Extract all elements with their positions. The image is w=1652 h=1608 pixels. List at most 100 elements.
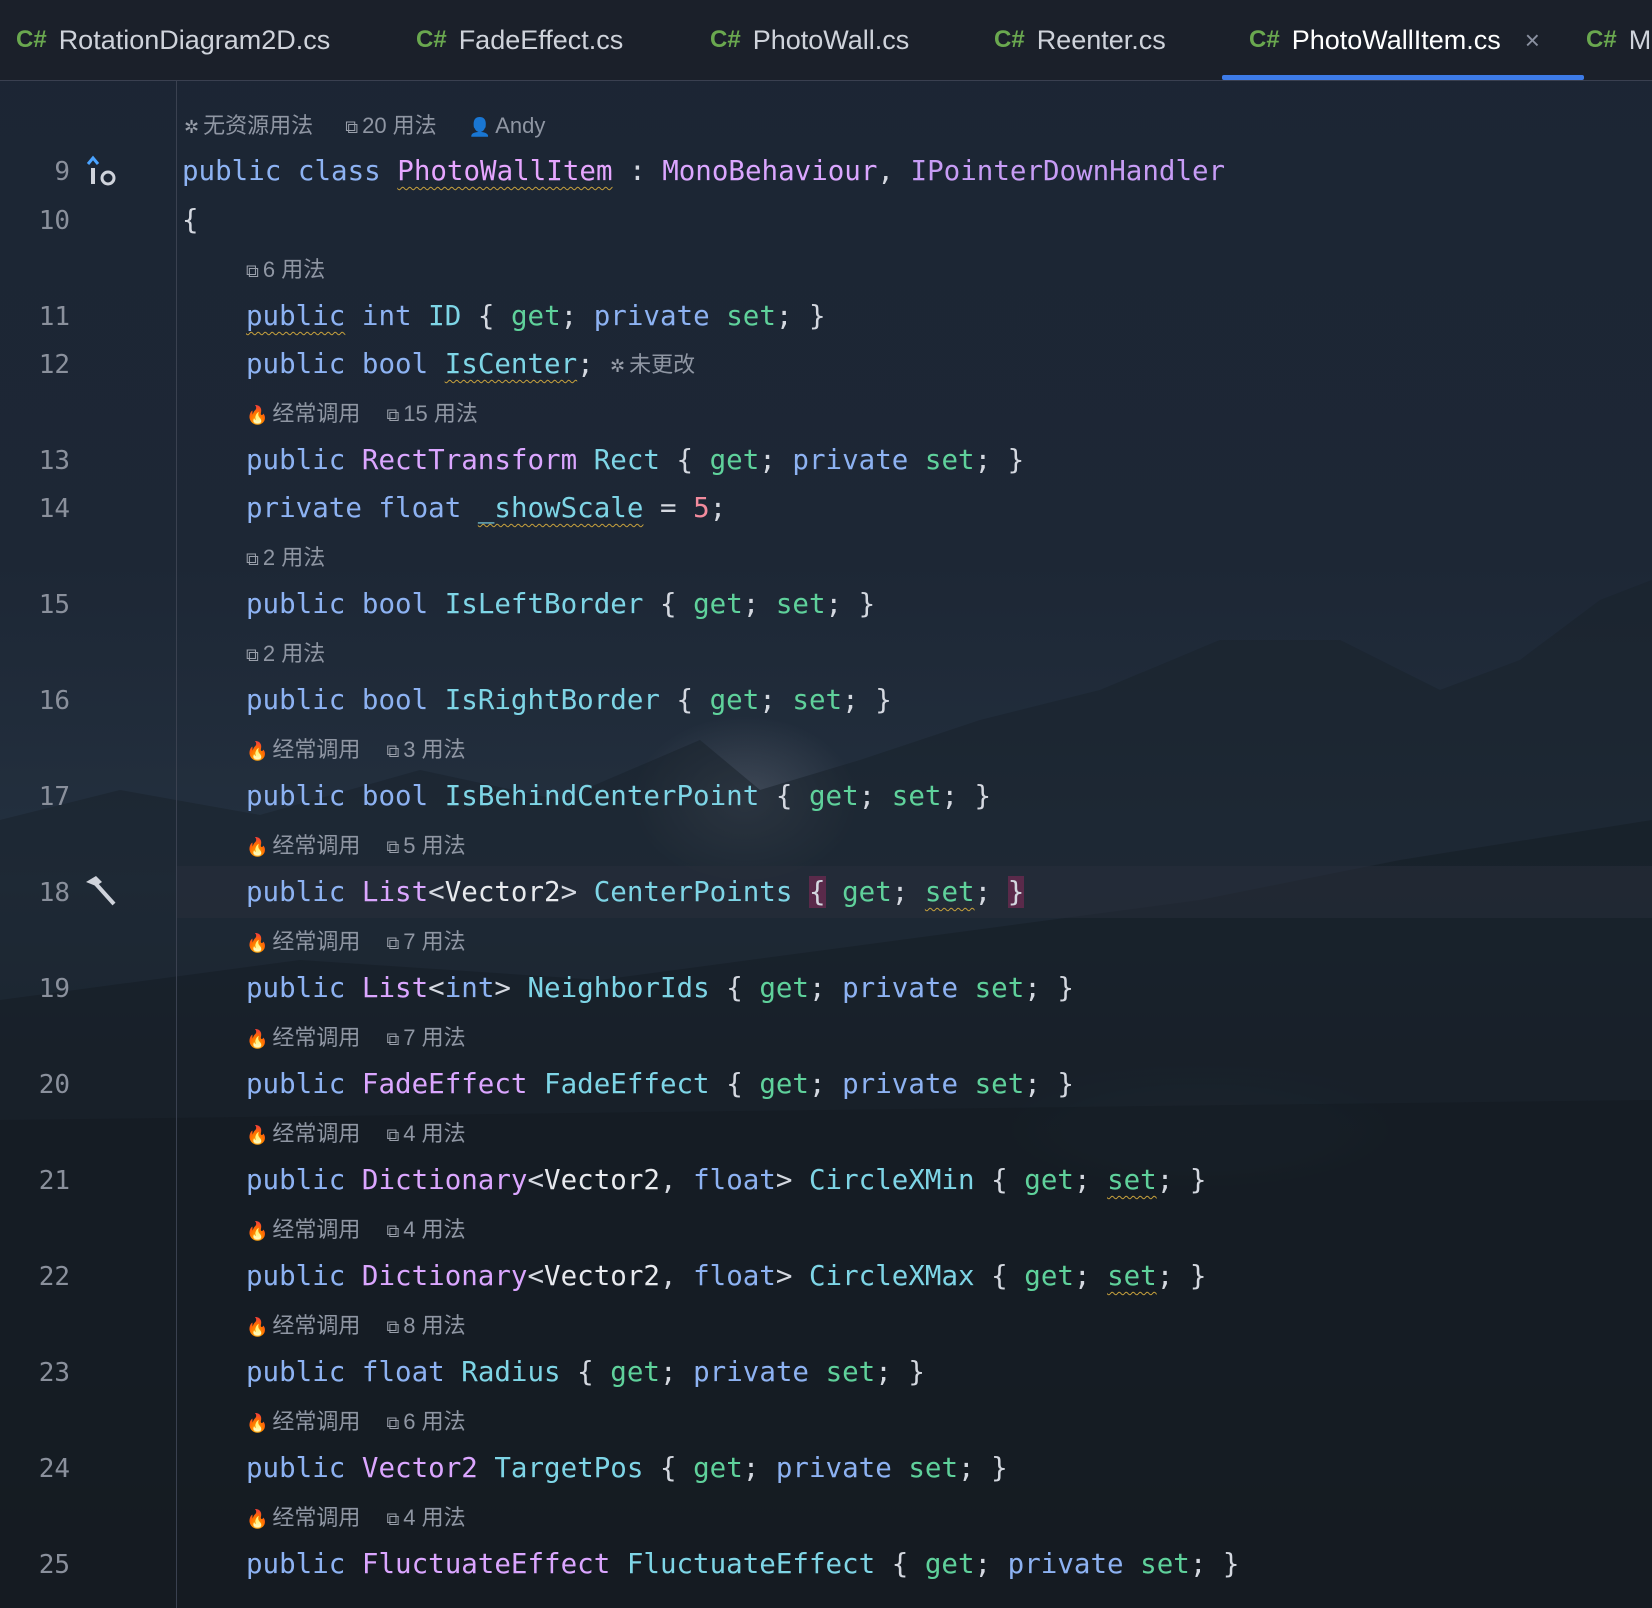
line-number: 19 [38, 974, 70, 1004]
usages-icon: ⧉ [386, 1317, 400, 1337]
code-line-18[interactable]: public List<Vector2> CenterPoints { get;… [246, 876, 1025, 908]
no-resource-usage[interactable]: 无资源用法 [203, 113, 313, 138]
line-number: 17 [38, 782, 70, 812]
tab-overflow[interactable]: C# Ma [1586, 0, 1652, 80]
usages-icon: ⧉ [386, 1221, 400, 1241]
line-number: 12 [38, 350, 70, 380]
usages-count[interactable]: 4 用法 [403, 1217, 465, 1242]
csharp-file-icon: C# [710, 26, 741, 53]
tab-fadeeffect[interactable]: C# FadeEffect.cs [416, 0, 623, 80]
usages-icon: ⧉ [246, 645, 259, 665]
frequent-call[interactable]: 经常调用 [272, 833, 360, 858]
frequent-call[interactable]: 经常调用 [272, 1121, 360, 1146]
usages-icon: ⧉ [345, 117, 359, 137]
author-name[interactable]: Andy [495, 113, 545, 138]
code-line-20[interactable]: public FadeEffect FadeEffect { get; priv… [246, 1069, 1074, 1099]
code-line-25[interactable]: public FluctuateEffect FluctuateEffect {… [246, 1549, 1239, 1579]
flame-icon: 🔥 [246, 1413, 269, 1433]
code-line-16[interactable]: public bool IsRightBorder { get; set; } [246, 685, 892, 715]
line-number: 24 [38, 1454, 70, 1484]
class-codevision-hint: ✲ 无资源用法 ⧉ 20 用法 👤 Andy [184, 113, 545, 140]
usages-icon: ⧉ [386, 933, 400, 953]
codevision-hint: 🔥 经常调用 ⧉ 5 用法 [246, 833, 466, 860]
code-line-24[interactable]: public Vector2 TargetPos { get; private … [246, 1453, 1008, 1483]
line-number: 16 [38, 686, 70, 716]
line-number: 14 [38, 494, 70, 524]
csharp-file-icon: C# [16, 26, 47, 53]
csharp-file-icon: C# [994, 26, 1025, 53]
tab-rotationdiagram2d[interactable]: C# RotationDiagram2D.cs [16, 0, 330, 80]
code-line-19[interactable]: public List<int> NeighborIds { get; priv… [246, 973, 1074, 1003]
codevision-hint: ⧉ 2 用法 [246, 545, 325, 572]
tab-label: FadeEffect.cs [458, 24, 624, 55]
close-icon[interactable]: × [1525, 25, 1540, 56]
usages-icon: ⧉ [386, 1413, 400, 1433]
frequent-call[interactable]: 经常调用 [272, 1025, 360, 1050]
usages-icon: ⧉ [246, 549, 259, 569]
code-line-21[interactable]: public Dictionary<Vector2, float> Circle… [246, 1165, 1206, 1195]
code-line-15[interactable]: public bool IsLeftBorder { get; set; } [246, 589, 875, 619]
usages-count[interactable]: 5 用法 [403, 833, 465, 858]
usages-icon: ⧉ [386, 1509, 400, 1529]
frequent-call[interactable]: 经常调用 [272, 1313, 360, 1338]
line-number: 20 [38, 1070, 70, 1100]
usages-count[interactable]: 3 用法 [403, 737, 465, 762]
codevision-hint: 🔥 经常调用 ⧉ 15 用法 [246, 401, 478, 428]
usages-count[interactable]: 15 用法 [403, 401, 478, 426]
line-number: 23 [38, 1358, 70, 1388]
code-line-9[interactable]: public class PhotoWallItem : MonoBehavio… [182, 156, 1225, 186]
frequent-call[interactable]: 经常调用 [272, 1409, 360, 1434]
tab-reenter[interactable]: C# Reenter.cs [994, 0, 1166, 80]
code-line-14[interactable]: private float _showScale = 5; [246, 493, 726, 523]
codevision-hint: 🔥 经常调用 ⧉ 4 用法 [246, 1505, 466, 1532]
usages-count[interactable]: 2 用法 [263, 641, 325, 666]
flame-icon: 🔥 [246, 741, 269, 761]
tab-label: PhotoWall.cs [752, 24, 910, 55]
line-number: 11 [38, 302, 70, 332]
code-line-12[interactable]: public bool IsCenter; [246, 349, 594, 379]
frequent-call[interactable]: 经常调用 [272, 737, 360, 762]
csharp-file-icon: C# [1586, 26, 1617, 53]
frequent-call[interactable]: 经常调用 [272, 1217, 360, 1242]
frequent-call[interactable]: 经常调用 [272, 401, 360, 426]
editor-tab-bar: C# RotationDiagram2D.cs C# FadeEffect.cs… [0, 0, 1652, 81]
usages-count[interactable]: 7 用法 [403, 1025, 465, 1050]
unchanged-hint: ✲ 未更改 [610, 352, 695, 379]
line-number: 21 [38, 1166, 70, 1196]
usages-icon: ⧉ [386, 741, 400, 761]
code-line-22[interactable]: public Dictionary<Vector2, float> Circle… [246, 1261, 1206, 1291]
usages-icon: ⧉ [386, 405, 400, 425]
code-line-11[interactable]: public int ID { get; private set; } [246, 301, 826, 331]
usages-icon: ⧉ [386, 837, 400, 857]
line-number: 18 [38, 878, 70, 908]
codevision-hint: ⧉ 6 用法 [246, 257, 325, 284]
usages-count[interactable]: 4 用法 [403, 1121, 465, 1146]
hammer-icon[interactable] [82, 874, 118, 910]
code-line-17[interactable]: public bool IsBehindCenterPoint { get; s… [246, 781, 991, 811]
usages-count[interactable]: 6 用法 [263, 257, 325, 282]
usages-count[interactable]: 2 用法 [263, 545, 325, 570]
line-number: 9 [54, 157, 70, 187]
csharp-file-icon: C# [1249, 26, 1280, 53]
unchanged-label[interactable]: 未更改 [629, 352, 695, 377]
code-line-10[interactable]: { [182, 205, 199, 235]
csharp-file-icon: C# [416, 26, 447, 53]
codevision-hint: 🔥 经常调用 ⧉ 7 用法 [246, 929, 466, 956]
tab-photowall[interactable]: C# PhotoWall.cs [710, 0, 909, 80]
frequent-call[interactable]: 经常调用 [272, 1505, 360, 1530]
line-number: 10 [38, 206, 70, 236]
usages-count[interactable]: 4 用法 [403, 1505, 465, 1530]
usages-count[interactable]: 20 用法 [362, 113, 437, 138]
code-line-23[interactable]: public float Radius { get; private set; … [246, 1357, 925, 1387]
frequent-call[interactable]: 经常调用 [272, 929, 360, 954]
usages-count[interactable]: 8 用法 [403, 1313, 465, 1338]
usages-count[interactable]: 7 用法 [403, 929, 465, 954]
flame-icon: 🔥 [246, 405, 269, 425]
implements-icon[interactable] [84, 154, 120, 190]
usages-icon: ⧉ [246, 261, 259, 281]
codevision-hint: 🔥 经常调用 ⧉ 4 用法 [246, 1121, 466, 1148]
code-line-13[interactable]: public RectTransform Rect { get; private… [246, 445, 1024, 475]
tab-photowallitem[interactable]: C# PhotoWallItem.cs × [1222, 0, 1584, 80]
flame-icon: 🔥 [246, 837, 269, 857]
usages-count[interactable]: 6 用法 [403, 1409, 465, 1434]
